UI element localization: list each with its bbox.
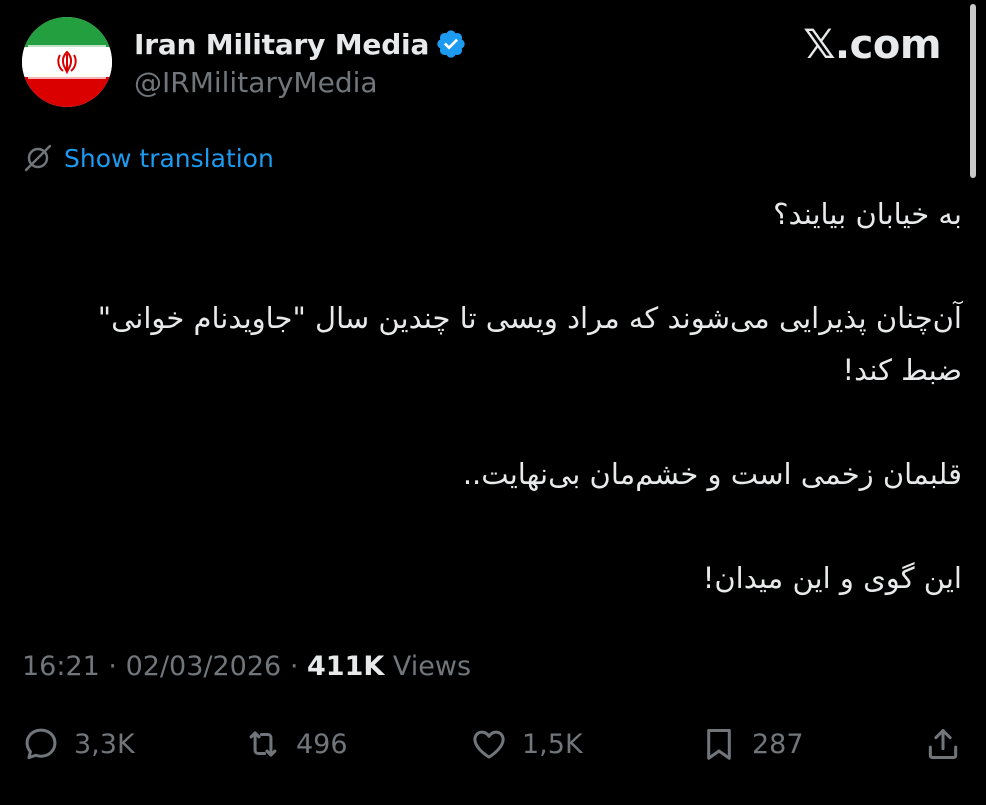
action-bar: 3,3K 496 1,5K 287: [0, 718, 986, 770]
show-translation-row[interactable]: Show translation: [22, 141, 274, 175]
meta-separator: ·: [289, 651, 299, 682]
tweet-date[interactable]: 02/03/2026: [126, 651, 282, 682]
avatar[interactable]: [22, 17, 112, 107]
views-count[interactable]: 411K: [307, 651, 384, 682]
author-name-row: Iran Military Media: [134, 26, 467, 62]
bookmark-count: 287: [752, 728, 804, 760]
author-handle[interactable]: @IRMilitaryMedia: [134, 66, 378, 99]
tweet-paragraph: قلبمان زخمی است و خشم‌مان بی‌نهایت..: [462, 457, 962, 491]
tweet-time[interactable]: 16:21: [22, 651, 100, 682]
reply-icon: [25, 728, 57, 760]
heart-icon: [473, 730, 505, 759]
repost-icon: [249, 731, 277, 757]
repost-button[interactable]: 496: [244, 718, 348, 770]
share-icon: [928, 729, 958, 759]
tweet-paragraph: به خیابان بیایند؟: [773, 197, 962, 231]
verified-badge-icon: [437, 30, 465, 58]
bookmark-icon: [707, 729, 731, 760]
meta-separator: ·: [108, 651, 117, 682]
reply-button[interactable]: 3,3K: [22, 718, 135, 770]
tweet-paragraph: این گوی و این میدان!: [702, 561, 962, 595]
scrollbar[interactable]: [970, 4, 976, 178]
tweet-text: به خیابان بیایند؟ آن‌چنان پذیرایی می‌شون…: [62, 188, 962, 604]
repost-count: 496: [296, 728, 348, 760]
like-count: 1,5K: [522, 728, 583, 760]
tweet-meta: 16:21 · 02/03/2026 · 411K Views: [22, 647, 471, 687]
bookmark-button[interactable]: 287: [700, 718, 804, 770]
show-translation-link[interactable]: Show translation: [64, 144, 274, 173]
iran-flag-avatar-icon: [22, 17, 112, 107]
globe-slash-icon: [24, 144, 52, 172]
reply-count: 3,3K: [74, 728, 135, 760]
x-com-label: 𝕏.com: [803, 22, 941, 68]
share-button[interactable]: [924, 718, 962, 770]
author-display-name[interactable]: Iran Military Media: [134, 28, 429, 61]
like-button[interactable]: 1,5K: [470, 718, 583, 770]
views-label: Views: [392, 651, 472, 682]
tweet-card: Iran Military Media @IRMilitaryMedia 𝕏.c…: [0, 0, 986, 805]
tweet-paragraph: آن‌چنان پذیرایی می‌شوند که مراد ویسی تا …: [97, 301, 962, 387]
